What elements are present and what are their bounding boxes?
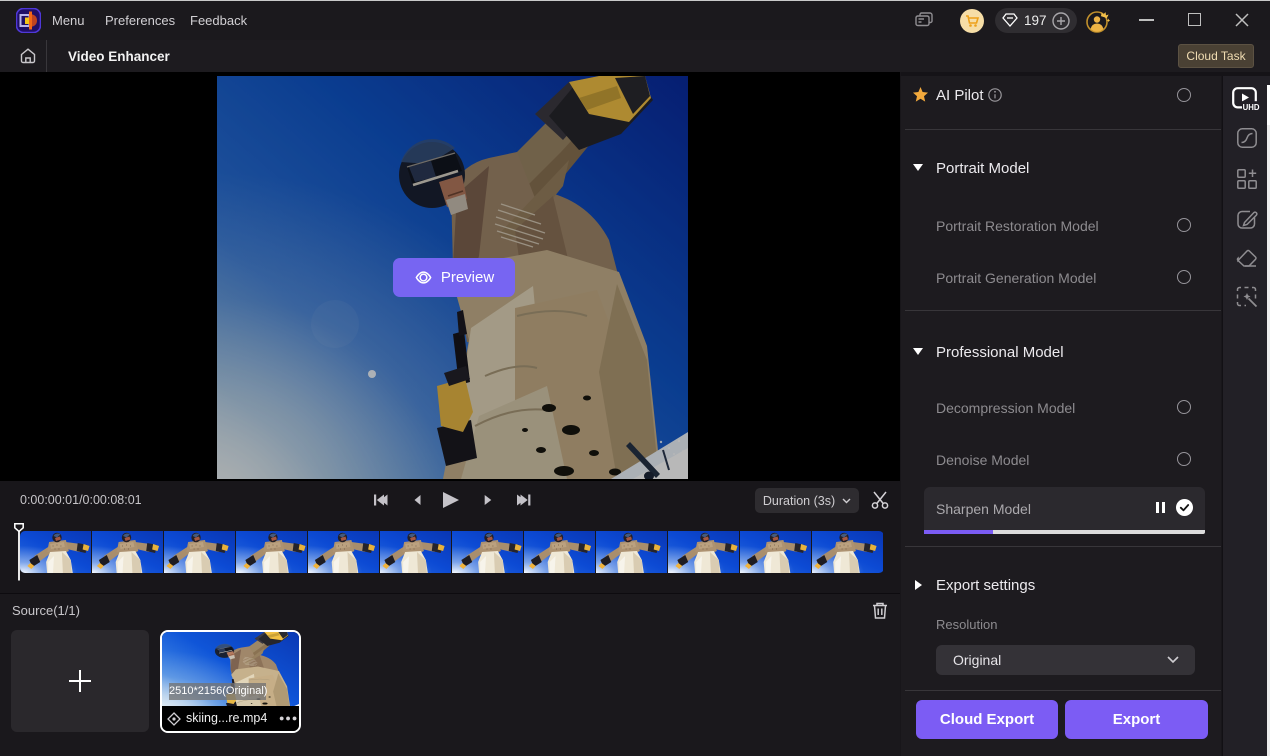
svg-text:UHD: UHD [1243, 103, 1260, 111]
